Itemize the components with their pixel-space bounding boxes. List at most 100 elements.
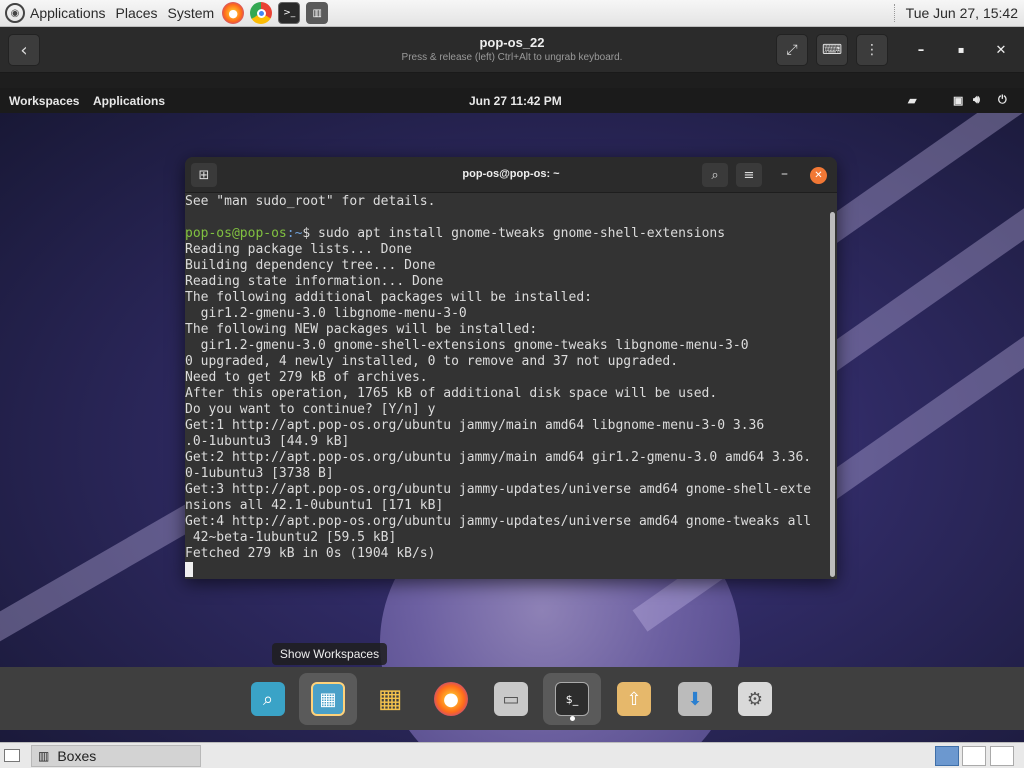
keyboard-icon: ⌨ [821,42,843,58]
terminal-line: Reading state information... Done [185,274,444,289]
workspace-switcher-2[interactable] [962,746,986,766]
dock-app-grid[interactable]: ▦ [361,673,419,725]
terminal-line: Building dependency tree... Done [185,258,436,273]
terminal-titlebar[interactable]: ⊞ pop-os@pop-os: ~ ⌕ ≡ – ✕ [185,157,837,193]
terminal-line: The following additional packages will b… [185,290,592,305]
workspaces-icon: ▦ [319,688,337,710]
terminal-line: See "man sudo_root" for details. [185,194,436,209]
close-icon: ✕ [995,42,1007,58]
terminal-window[interactable]: ⊞ pop-os@pop-os: ~ ⌕ ≡ – ✕ See "man sudo… [185,157,837,579]
dock-launcher[interactable]: ⇧ [605,673,663,725]
dock-terminal[interactable]: $_ [543,673,601,725]
boxes-window-icon: ▥ [38,749,50,763]
terminal-line: Get:1 http://apt.pop-os.org/ubuntu jammy… [185,418,765,433]
maximize-icon: ▪ [957,44,965,56]
firefox-icon: ● [443,688,459,710]
terminal-line: After this operation, 1765 kB of additio… [185,386,718,401]
close-window-button[interactable]: ✕ [990,39,1012,61]
workspace-switcher-3[interactable] [990,746,1014,766]
terminal-line: 0-1ubuntu3 [3738 B] [185,466,334,481]
terminal-cursor [185,562,193,577]
terminal-cursor-line [185,562,825,578]
dock-firefox[interactable]: ● [422,673,480,725]
firefox-launcher-icon[interactable]: ● [222,2,245,24]
terminal-output[interactable]: See "man sudo_root" for details. pop-os@p… [185,194,825,579]
menu-system[interactable]: System [163,5,220,21]
dock: ⌕ ▦ ▦ ● ▭ $_ ⇧ ⬇ ⚙ [0,667,1024,730]
terminal-line: Get:4 http://apt.pop-os.org/ubuntu jammy… [185,514,812,529]
network-icon[interactable]: ▣ [953,94,963,107]
terminal-minimize-button[interactable]: – [781,166,788,182]
fullscreen-button[interactable]: ⤢ [776,34,808,66]
hamburger-menu-button[interactable]: ≡ [736,163,762,187]
terminal-line: 42~beta-1ubuntu2 [59.5 kB] [185,530,397,545]
minimize-button[interactable]: – [910,39,932,61]
terminal-line: gir1.2-gmenu-3.0 libgnome-menu-3-0 [185,306,467,321]
prompt-command: $ sudo apt install gnome-tweaks gnome-sh… [302,226,726,241]
minimize-icon: – [917,42,925,58]
close-icon: ✕ [814,170,823,181]
taskbar-item-boxes[interactable]: ▥ Boxes [31,745,201,767]
workspace-switcher-active[interactable] [935,746,959,766]
install-icon: ⬇ [687,688,703,710]
dock-installer[interactable]: ⬇ [666,673,724,725]
terminal-scrollbar[interactable] [830,212,835,577]
mate-logo-icon[interactable]: ◉ [5,3,25,23]
terminal-line: nsions all 42.1-0ubuntu1 [171 kB] [185,498,444,513]
menu-button[interactable]: ⋮ [856,34,888,66]
dock-files[interactable]: ▭ [482,673,540,725]
volume-icon[interactable]: 🔊︎ [973,94,980,107]
folder-icon: ▭ [502,688,520,710]
menu-applications[interactable]: Applications [25,5,111,21]
dock-workspaces[interactable]: ▦ [299,673,357,725]
host-clock[interactable]: Tue Jun 27, 15:42 [906,5,1018,21]
prompt-separator: :~ [286,226,303,241]
dock-tooltip: Show Workspaces [272,643,387,665]
kebab-menu-icon: ⋮ [865,42,879,58]
magnifier-icon: ⌕ [262,688,274,710]
display-icon[interactable]: ▰ [908,94,916,107]
rocket-icon: ⇧ [626,688,642,710]
panel-separator [893,4,896,22]
terminal-line: pop-os@pop-os:~$ sudo apt install gnome-… [185,226,825,242]
terminal-line: Get:2 http://apt.pop-os.org/ubuntu jammy… [185,450,812,465]
prompt-user: pop-os@pop-os [185,226,287,241]
host-top-panel: ◉ Applications Places System ● >_ ▥ Tue … [0,0,1024,27]
guest-clock[interactable]: Jun 27 11:42 PM [469,94,562,108]
maximize-button[interactable]: ▪ [950,39,972,61]
applications-button[interactable]: Applications [93,94,165,108]
dock-search[interactable]: ⌕ [239,673,297,725]
keyboard-button[interactable]: ⌨ [816,34,848,66]
terminal-icon: $_ [565,692,579,706]
terminal-launcher-icon[interactable]: >_ [278,2,301,24]
boxes-header: ‹ pop-os_22 Press & release (left) Ctrl+… [0,27,1024,73]
dock-settings[interactable]: ⚙ [726,673,784,725]
host-bottom-panel: ▥ Boxes [0,742,1024,768]
fullscreen-icon: ⤢ [786,42,798,58]
menu-places[interactable]: Places [111,5,163,21]
taskbar-item-label: Boxes [57,748,97,764]
terminal-line: 0 upgraded, 4 newly installed, 0 to remo… [185,354,679,369]
terminal-line: Do you want to continue? [Y/n] y [185,402,436,417]
terminal-line: Reading package lists... Done [185,242,412,257]
power-icon[interactable]: ⏻ [998,94,1007,107]
search-icon: ⌕ [711,167,719,183]
show-desktop-icon[interactable] [4,749,20,762]
chrome-launcher-icon[interactable] [250,2,273,24]
guest-top-bar: Workspaces Applications Jun 27 11:42 PM … [0,88,1024,113]
terminal-line: Get:3 http://apt.pop-os.org/ubuntu jammy… [185,482,812,497]
running-indicator [570,716,575,721]
search-button[interactable]: ⌕ [702,163,728,187]
workspaces-button[interactable]: Workspaces [9,94,79,108]
hamburger-icon: ≡ [743,167,755,183]
gear-icon: ⚙ [746,688,764,710]
terminal-line: Fetched 279 kB in 0s (1904 kB/s) [185,546,436,561]
app-grid-icon: ▦ [377,684,403,714]
boxes-launcher-icon[interactable]: ▥ [306,2,329,24]
terminal-line: gir1.2-gmenu-3.0 gnome-shell-extensions … [185,338,749,353]
terminal-line: .0-1ubuntu3 [44.9 kB] [185,434,350,449]
terminal-line: The following NEW packages will be insta… [185,322,538,337]
terminal-line: Need to get 279 kB of archives. [185,370,428,385]
terminal-close-button[interactable]: ✕ [810,167,827,184]
